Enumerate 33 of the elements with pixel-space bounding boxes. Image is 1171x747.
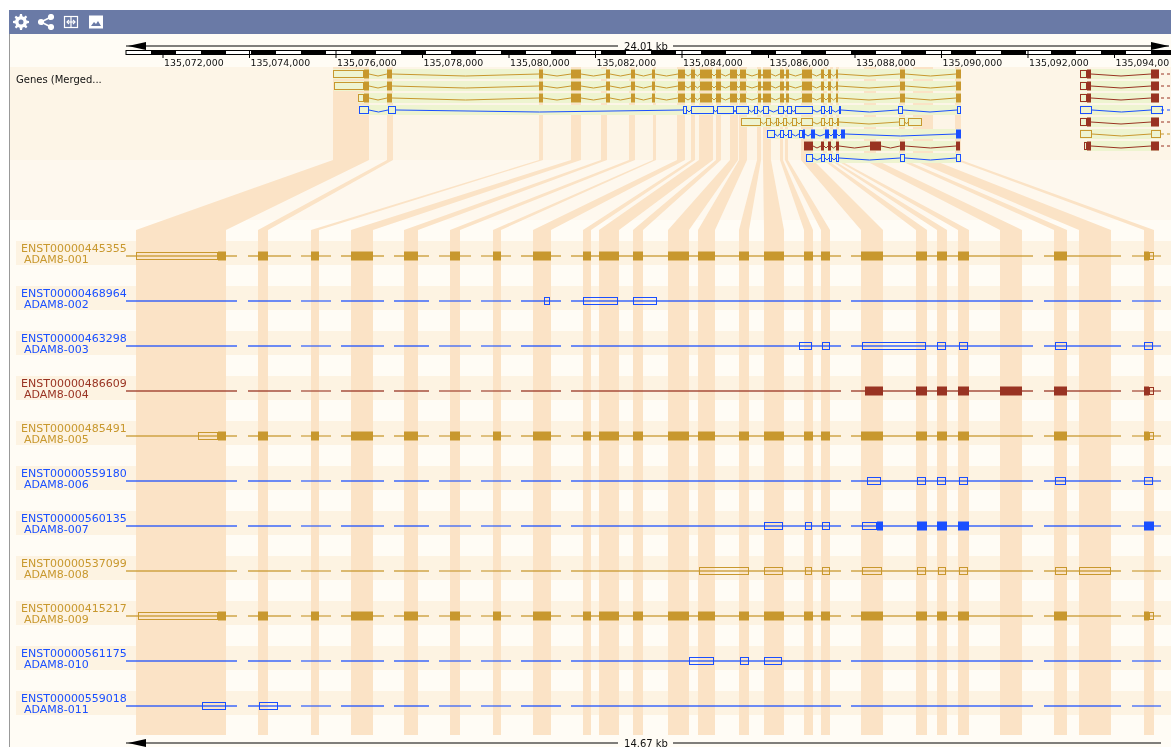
transcript-id[interactable]: ENST00000463298 [21,332,127,345]
ruler-tick-label: 135,078,000 [423,57,484,68]
scale-label: 14.67 kb [624,738,668,747]
share-icon[interactable] [38,14,54,30]
transcript-name[interactable]: ADAM8-011 [24,703,89,716]
transcript-id[interactable]: ENST00000468964 [21,287,127,300]
transcript-name[interactable]: ADAM8-010 [24,658,89,671]
ruler-tick-label: 135,072,000 [164,57,224,68]
transcript-id[interactable]: ENST00000560135 [21,512,127,525]
ruler-tick-label: 135,084,000 [683,57,743,68]
transcript-name[interactable]: ADAM8-007 [24,523,89,536]
transcript-id[interactable]: ENST00000559180 [21,467,127,480]
scale-label: 24.01 kb [624,41,668,52]
transcript-id[interactable]: ENST00000561175 [21,647,127,660]
ruler-tick-label: 135,076,000 [337,57,397,68]
settings-icon[interactable] [13,14,29,30]
ruler-tick-label: 135,080,000 [510,57,570,68]
ruler-tick-label: 135,090,000 [942,57,1003,68]
ruler-tick-label: 135,092,000 [1029,57,1089,68]
ruler-tick-label: 135,094,00 [1115,57,1170,68]
transcript-name[interactable]: ADAM8-004 [24,388,89,401]
track-label: Genes (Merged... [16,74,102,85]
ruler-tick-label: 135,088,000 [856,57,916,68]
ruler-tick-label: 135,086,000 [769,57,830,68]
transcript-id[interactable]: ENST00000486609 [21,377,127,390]
ruler-tick-label: 135,074,000 [250,57,311,68]
transcript-name[interactable]: ADAM8-003 [24,343,89,356]
resize-icon[interactable] [63,14,79,30]
transcript-name[interactable]: ADAM8-002 [24,298,89,311]
image-icon[interactable] [88,14,104,30]
ruler-tick-label: 135,082,000 [596,57,657,68]
transcript-name[interactable]: ADAM8-006 [24,478,89,491]
transcript-id[interactable]: ENST00000559018 [21,692,127,705]
